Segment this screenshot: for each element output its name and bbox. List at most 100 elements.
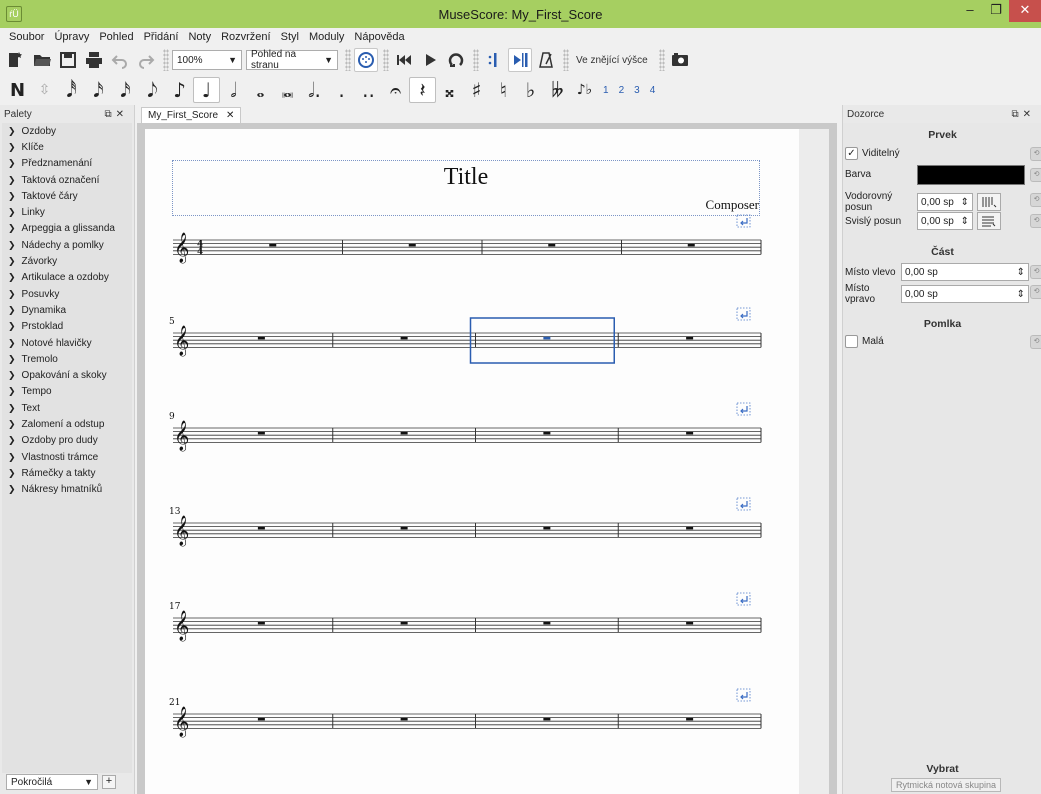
metronome-icon[interactable]: [534, 48, 558, 72]
align-horizontal-icon[interactable]: [977, 212, 1001, 230]
palette-item[interactable]: ❯ Linky: [2, 204, 132, 220]
line-break-icon[interactable]: [736, 307, 751, 321]
score-tab[interactable]: My_First_Score ✕: [141, 107, 242, 123]
treble-clef[interactable]: 𝄞: [174, 420, 189, 452]
play-repeats-icon[interactable]: [508, 48, 532, 72]
palette-item[interactable]: ❯ Nádechy a pomlky: [2, 237, 132, 253]
line-break-icon[interactable]: [736, 497, 751, 511]
whole-rest[interactable]: [548, 243, 556, 247]
duration-quarter-button[interactable]: ♩: [193, 77, 220, 103]
menu-layout[interactable]: Rozvržení: [216, 31, 276, 43]
time-signature-bottom[interactable]: 4: [197, 248, 203, 258]
duration-breve-button[interactable]: 𝅜: [274, 77, 301, 103]
flip-direction-button[interactable]: ♪♭: [571, 77, 598, 103]
duration-64th-button[interactable]: 𝅘𝅥𝅯: [85, 77, 112, 103]
flat-button[interactable]: ♭: [517, 77, 544, 103]
redo-icon[interactable]: [134, 48, 158, 72]
whole-rest[interactable]: [408, 243, 416, 247]
v-offset-spinbox[interactable]: 0,00 sp ⇕: [917, 212, 973, 230]
small-checkbox[interactable]: [845, 335, 858, 348]
play-icon[interactable]: [418, 48, 442, 72]
rewind-icon[interactable]: [392, 48, 416, 72]
reset-icon[interactable]: ⟲: [1030, 147, 1041, 161]
duration-half-button[interactable]: 𝅗𝅥: [220, 77, 247, 103]
palette-item[interactable]: ❯ Artikulace a ozdoby: [2, 270, 132, 286]
palette-item[interactable]: ❯ Arpeggia a glissanda: [2, 221, 132, 237]
menu-file[interactable]: Soubor: [4, 31, 49, 43]
line-break-icon[interactable]: [736, 688, 751, 702]
palette-item[interactable]: ❯ Zalomení a odstup: [2, 416, 132, 432]
loop-in-icon[interactable]: [482, 48, 506, 72]
whole-rest[interactable]: [543, 526, 551, 530]
restore-button[interactable]: ❐: [983, 0, 1009, 22]
whole-rest[interactable]: [400, 621, 408, 625]
palette-item[interactable]: ❯ Tremolo: [2, 351, 132, 367]
palette-item[interactable]: ❯ Prstoklad: [2, 319, 132, 335]
palette-item[interactable]: ❯ Dynamika: [2, 302, 132, 318]
score-canvas[interactable]: Title Composer 𝄞 4 4 𝄞 5 𝄞 9 𝄞 13 𝄞 17 𝄞 21: [137, 123, 837, 794]
duration-whole-button[interactable]: 𝅝: [247, 77, 274, 103]
reset-icon[interactable]: ⟲: [1030, 285, 1041, 299]
loop-icon[interactable]: [444, 48, 468, 72]
treble-clef[interactable]: 𝄞: [174, 706, 189, 738]
close-window-button[interactable]: ✕: [1009, 0, 1041, 22]
whole-rest[interactable]: [400, 431, 408, 435]
whole-rest[interactable]: [686, 526, 694, 530]
undo-icon[interactable]: [108, 48, 132, 72]
whole-rest[interactable]: [257, 336, 265, 340]
sharp-button[interactable]: ♯: [463, 77, 490, 103]
double-flat-button[interactable]: 𝄫: [544, 77, 571, 103]
musescore-app-icon[interactable]: ŕÜ: [6, 6, 22, 22]
voice-1-button[interactable]: 1: [598, 85, 614, 96]
whole-rest[interactable]: [543, 621, 551, 625]
save-icon[interactable]: [56, 48, 80, 72]
whole-rest[interactable]: [400, 526, 408, 530]
add-palette-button[interactable]: +: [102, 775, 116, 789]
whole-rest[interactable]: [543, 336, 551, 340]
reset-icon[interactable]: ⟲: [1030, 265, 1041, 279]
space-left-spinbox[interactable]: 0,00 sp ⇕: [901, 263, 1029, 281]
palette-item[interactable]: ❯ Tempo: [2, 384, 132, 400]
screenshot-icon[interactable]: [668, 48, 692, 72]
treble-clef[interactable]: 𝄞: [174, 515, 189, 547]
voice-3-button[interactable]: 3: [629, 85, 645, 96]
voice-4-button[interactable]: 4: [645, 85, 661, 96]
palette-item[interactable]: ❯ Ozdoby pro dudy: [2, 433, 132, 449]
whole-rest[interactable]: [543, 717, 551, 721]
voice-2-button[interactable]: 2: [614, 85, 630, 96]
treble-clef[interactable]: 𝄞: [174, 232, 189, 264]
new-score-icon[interactable]: [4, 48, 28, 72]
duration-long-button[interactable]: 𝅗𝅥.: [301, 77, 328, 103]
palette-item[interactable]: ❯ Klíče: [2, 139, 132, 155]
note-input-mode-button[interactable]: N: [4, 77, 31, 103]
space-right-spinbox[interactable]: 0,00 sp ⇕: [901, 285, 1029, 303]
score-page[interactable]: Title Composer 𝄞 4 4 𝄞 5 𝄞 9 𝄞 13 𝄞 17 𝄞 21: [145, 129, 799, 794]
midi-input-icon[interactable]: [354, 48, 378, 72]
whole-rest[interactable]: [257, 621, 265, 625]
reset-icon[interactable]: ⟲: [1030, 335, 1041, 349]
palette-item[interactable]: ❯ Rámečky a takty: [2, 465, 132, 481]
palette-item[interactable]: ❯ Předznamenání: [2, 156, 132, 172]
panel-float-close-icons[interactable]: ⧉✕: [1011, 109, 1035, 120]
menu-add[interactable]: Přidání: [139, 31, 184, 43]
select-tuplet-button[interactable]: Rytmická notová skupina: [891, 778, 1001, 792]
whole-rest[interactable]: [686, 717, 694, 721]
tie-button[interactable]: 𝄐: [382, 77, 409, 103]
palette-item[interactable]: ❯ Notové hlavičky: [2, 335, 132, 351]
menu-edit[interactable]: Úpravy: [49, 31, 94, 43]
palette-item[interactable]: ❯ Text: [2, 400, 132, 416]
palette-item[interactable]: ❯ Závorky: [2, 253, 132, 269]
note-input-toggle-icon[interactable]: ⇳: [31, 77, 58, 103]
rest-button[interactable]: 𝄽: [409, 77, 436, 103]
duration-128th-button[interactable]: 𝅘𝅥𝅰: [58, 77, 85, 103]
print-icon[interactable]: [82, 48, 106, 72]
panel-float-close-icons[interactable]: ⧉✕: [104, 109, 128, 120]
align-vertical-icon[interactable]: [977, 193, 1001, 211]
menu-notes[interactable]: Noty: [183, 31, 216, 43]
palette-item[interactable]: ❯ Ozdoby: [2, 123, 132, 139]
whole-rest[interactable]: [269, 243, 277, 247]
whole-rest[interactable]: [686, 621, 694, 625]
reset-icon[interactable]: ⟲: [1030, 193, 1041, 207]
double-sharp-button[interactable]: 𝄪: [436, 77, 463, 103]
treble-clef[interactable]: 𝄞: [174, 325, 189, 357]
